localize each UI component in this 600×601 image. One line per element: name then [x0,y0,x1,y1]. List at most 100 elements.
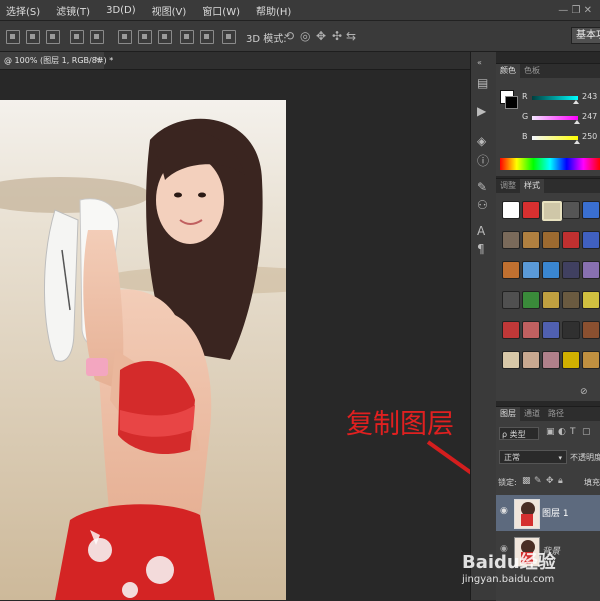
tab-layers[interactable]: 图层 [496,407,520,421]
menu-3d[interactable]: 3D(D) [106,5,136,16]
style-swatch[interactable] [582,201,600,219]
slider-thumb[interactable] [574,140,581,144]
align-vertical-centers-icon[interactable] [26,30,40,44]
style-swatch[interactable] [582,321,600,339]
canvas-area[interactable]: 复制图层 [0,70,510,600]
workspace-button[interactable]: 基本功 [571,27,600,44]
slider-g[interactable]: G 247 [496,112,600,126]
roll-3d-icon[interactable]: ◎ [300,29,310,43]
properties-icon[interactable]: ◈ [477,134,486,148]
style-swatch[interactable] [582,351,600,369]
menu-filter[interactable]: 滤镜(T) [56,3,90,18]
lock-transparent-icon[interactable]: ▩ [522,476,531,486]
info-icon[interactable]: ⓘ [477,152,489,169]
slider-g-value[interactable]: 247 [582,112,597,121]
style-swatch[interactable] [562,351,580,369]
pan-3d-icon[interactable]: ✥ [316,29,326,43]
style-swatch[interactable] [542,351,560,369]
style-swatch[interactable] [522,201,540,219]
layer-name[interactable]: 图层 1 [542,506,569,519]
filter-adjustment-icon[interactable]: ◐ [558,427,566,437]
style-swatch[interactable] [522,351,540,369]
style-swatch[interactable] [542,291,560,309]
style-swatch[interactable] [542,321,560,339]
style-swatch[interactable] [522,261,540,279]
style-swatch[interactable] [522,231,540,249]
tab-styles[interactable]: 样式 [520,179,544,193]
character-icon[interactable]: A [477,224,485,238]
menu-select[interactable]: 选择(S) [6,3,40,18]
distribute-center-icon[interactable] [138,30,152,44]
style-swatch[interactable] [562,321,580,339]
distribute-left-icon[interactable] [180,30,194,44]
slider-thumb[interactable] [572,100,579,104]
align-bottom-edges-icon[interactable] [46,30,60,44]
distribute-top-icon[interactable] [118,30,132,44]
style-swatch[interactable] [542,261,560,279]
close-icon[interactable]: × [94,52,102,69]
auto-align-icon[interactable] [222,30,236,44]
window-controls[interactable]: — ❐ ✕ [558,5,592,16]
slider-g-bar[interactable] [532,116,580,124]
history-icon[interactable]: ▤ [477,76,488,90]
lock-position-icon[interactable]: ✥ [546,476,554,486]
brush-presets-icon[interactable]: ✎ [477,180,487,194]
layer-filter-select[interactable]: ρ 类型 [499,427,539,440]
style-swatch[interactable] [502,321,520,339]
distribute-bottom-icon[interactable] [158,30,172,44]
style-swatch[interactable] [562,201,580,219]
style-swatch[interactable] [542,201,562,221]
slider-b-value[interactable]: 250 [582,132,597,141]
tab-channels[interactable]: 通道 [520,407,544,421]
filter-shape-icon[interactable]: ▢ [582,427,591,437]
document-tab[interactable]: @ 100% (图层 1, RGB/8#) * [0,52,113,69]
style-swatch[interactable] [502,201,520,219]
style-swatch[interactable] [562,261,580,279]
blend-mode-select[interactable]: 正常 ▾ [499,450,567,464]
slider-thumb[interactable] [573,120,580,124]
menu-view[interactable]: 视图(V) [152,3,187,18]
slider-r[interactable]: R 243 [496,92,600,106]
lock-all-icon[interactable]: 🔒︎ [558,476,563,486]
layer-row-selected[interactable]: ◉ 图层 1 [496,495,600,531]
style-swatch[interactable] [502,231,520,249]
actions-icon[interactable]: ▶ [477,104,486,118]
tab-swatches[interactable]: 色板 [520,64,544,78]
style-swatch[interactable] [582,261,600,279]
style-swatch[interactable] [522,291,540,309]
style-swatch[interactable] [502,261,520,279]
align-top-edges-icon[interactable] [6,30,20,44]
slider-b-bar[interactable] [532,136,581,144]
style-swatch[interactable] [502,291,520,309]
align-left-edges-icon[interactable] [70,30,84,44]
rotate-3d-icon[interactable]: ⟲ [284,29,294,43]
style-swatch[interactable] [582,231,600,249]
slide-3d-icon[interactable]: ✣ [332,29,342,43]
collapse-panels-icon[interactable]: « [477,58,482,67]
filter-pixel-icon[interactable]: ▣ [546,427,555,437]
style-swatch[interactable] [542,231,560,249]
tab-adjustments[interactable]: 调整 [496,179,520,193]
slider-r-bar[interactable] [532,96,579,104]
menu-window[interactable]: 窗口(W) [202,3,240,18]
style-swatch[interactable] [562,231,580,249]
filter-type-icon[interactable]: T [570,427,576,437]
style-swatch[interactable] [502,351,520,369]
clone-source-icon[interactable]: ⚇ [477,198,488,212]
color-spectrum[interactable] [500,158,600,170]
style-swatch[interactable] [562,291,580,309]
eye-icon[interactable]: ◉ [500,506,508,516]
menu-help[interactable]: 帮助(H) [256,3,291,18]
style-swatch[interactable] [522,321,540,339]
slider-r-value[interactable]: 243 [582,92,597,101]
tab-paths[interactable]: 路径 [544,407,568,421]
scale-3d-icon[interactable]: ⇆ [346,29,356,43]
lock-pixels-icon[interactable]: ✎ [534,476,542,486]
align-horizontal-centers-icon[interactable] [90,30,104,44]
slider-b[interactable]: B 250 [496,132,600,146]
distribute-hcenter-icon[interactable] [200,30,214,44]
paragraph-icon[interactable]: ¶ [477,242,485,256]
delete-style-icon[interactable]: ⊘ [580,387,588,397]
style-swatch[interactable] [582,291,600,309]
tab-color[interactable]: 颜色 [496,64,520,78]
